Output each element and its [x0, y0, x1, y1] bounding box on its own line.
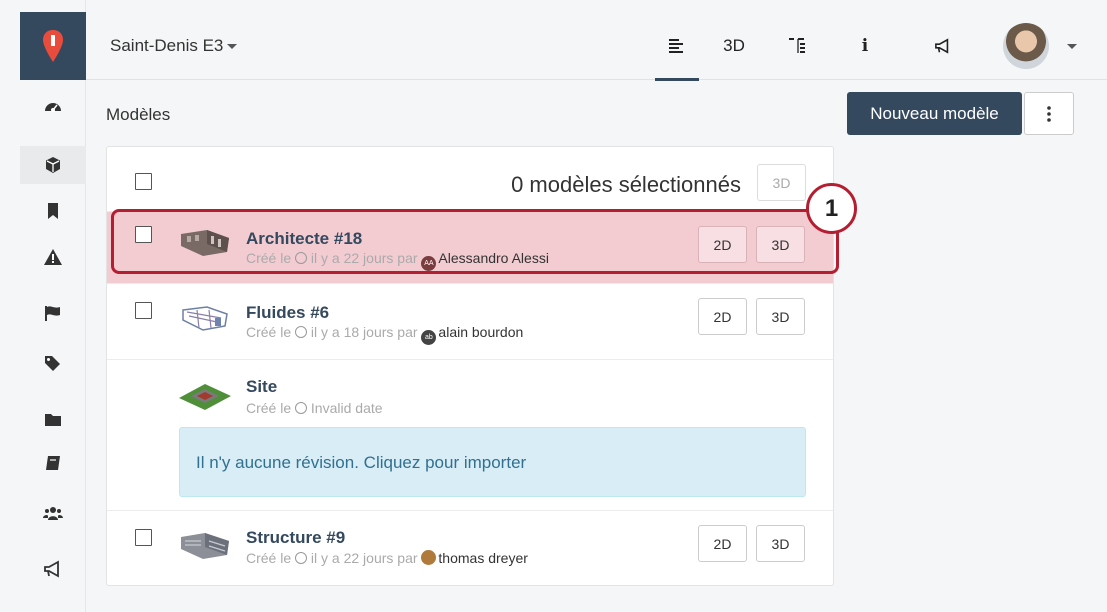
clock-icon — [295, 402, 308, 414]
select-all-checkbox[interactable] — [135, 173, 152, 190]
open-2d-button[interactable]: 2D — [698, 525, 747, 562]
bulk-3d-button[interactable]: 3D — [757, 164, 806, 201]
selection-count: 0 modèles sélectionnés — [511, 172, 741, 197]
page-title: Modèles — [106, 105, 171, 124]
creator-name: alain bourdon — [438, 324, 524, 340]
tab-tree-view[interactable] — [777, 12, 817, 80]
annotation-badge: 1 — [806, 183, 857, 234]
more-options-button[interactable] — [1024, 92, 1074, 135]
map-pin-icon — [43, 30, 63, 62]
list-item[interactable]: Structure #9 Créé le il y a 22 jours par… — [107, 510, 833, 585]
clock-icon — [295, 552, 308, 564]
model-thumbnail — [179, 384, 231, 410]
user-avatar[interactable] — [1003, 23, 1049, 69]
row-checkbox[interactable] — [135, 529, 152, 546]
bookmark-icon — [48, 203, 58, 219]
sidebar-item-users[interactable] — [20, 494, 86, 532]
clock-icon — [295, 326, 308, 338]
top-header: Saint-Denis E3 3D i — [86, 12, 1107, 81]
folder-icon — [45, 414, 61, 426]
user-avatar-small: ab — [421, 330, 437, 345]
book-icon — [46, 456, 60, 470]
sidebar-item-bookmarks[interactable] — [20, 192, 86, 230]
model-thumbnail — [182, 306, 228, 331]
model-name[interactable]: Structure #9 — [246, 528, 345, 548]
sidebar — [0, 0, 86, 612]
app-logo[interactable] — [20, 12, 86, 80]
tab-announcements[interactable] — [928, 12, 958, 80]
cube-icon — [46, 157, 60, 173]
model-meta: Créé le il y a 18 jours par ab alain bour… — [246, 324, 523, 345]
project-name: Saint-Denis E3 — [110, 36, 224, 55]
sidebar-item-announcements[interactable] — [20, 550, 86, 588]
megaphone-icon — [44, 560, 59, 578]
model-thumbnail — [181, 533, 229, 559]
warning-icon — [44, 249, 62, 265]
model-name[interactable]: Site — [246, 377, 277, 397]
sidebar-item-models[interactable] — [20, 146, 86, 184]
users-icon — [43, 507, 63, 520]
sidebar-item-library[interactable] — [20, 444, 86, 482]
tab-3d-view[interactable]: 3D — [714, 12, 754, 80]
user-avatar-small — [421, 550, 437, 565]
megaphone-icon — [935, 38, 949, 54]
chevron-down-icon[interactable] — [1067, 44, 1077, 49]
open-3d-button[interactable]: 3D — [756, 525, 805, 562]
project-selector[interactable]: Saint-Denis E3 — [110, 36, 238, 56]
new-model-button[interactable]: Nouveau modèle — [847, 92, 1022, 135]
list-item[interactable]: Fluides #6 Créé le il y a 18 jours par a… — [107, 283, 833, 359]
kebab-menu-icon — [1047, 105, 1051, 122]
list-icon — [669, 39, 683, 53]
creator-name: thomas dreyer — [438, 550, 528, 566]
open-2d-button[interactable]: 2D — [698, 298, 747, 335]
sidebar-item-flags[interactable] — [20, 294, 86, 332]
chevron-down-icon — [227, 44, 238, 50]
info-icon: i — [861, 36, 869, 56]
sidebar-item-tags[interactable] — [20, 344, 86, 382]
tab-list-view[interactable] — [655, 12, 699, 81]
annotation-highlight — [111, 209, 839, 274]
row-checkbox[interactable] — [135, 302, 152, 319]
tree-icon — [789, 38, 805, 53]
model-meta: Créé le il y a 22 jours par thomas dreye… — [246, 550, 528, 566]
tab-3d-label: 3D — [723, 36, 745, 55]
tab-info[interactable]: i — [850, 12, 880, 80]
dashboard-icon — [45, 103, 61, 112]
model-meta: Créé le Invalid date — [246, 400, 383, 416]
model-name[interactable]: Fluides #6 — [246, 303, 329, 323]
tags-icon — [45, 356, 60, 371]
open-3d-button[interactable]: 3D — [756, 298, 805, 335]
flag-icon — [45, 306, 60, 321]
sidebar-item-issues[interactable] — [20, 238, 86, 276]
sidebar-item-documents[interactable] — [20, 400, 86, 438]
import-revision-alert[interactable]: Il n'y aucune révision. Cliquez pour imp… — [179, 427, 806, 497]
sidebar-item-dashboard[interactable] — [20, 88, 86, 126]
